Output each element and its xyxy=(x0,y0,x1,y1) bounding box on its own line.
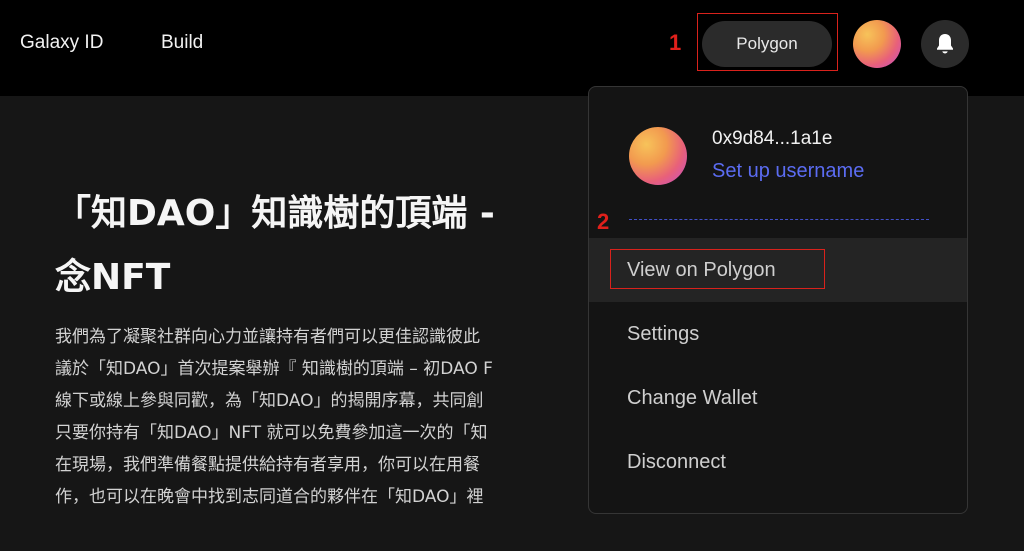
nav-galaxy-id[interactable]: Galaxy ID xyxy=(20,32,103,54)
network-selector-button[interactable]: Polygon xyxy=(702,21,832,67)
top-navigation-bar: Galaxy ID Build 1 Polygon xyxy=(0,0,1024,96)
menu-item-label: Disconnect xyxy=(627,450,726,473)
menu-item-label: Settings xyxy=(627,322,700,345)
menu-item-disconnect[interactable]: Disconnect xyxy=(589,430,967,494)
annotation-step-1: 1 xyxy=(669,30,682,55)
wallet-address: 0x9d84...1a1e xyxy=(712,128,833,149)
network-label: Polygon xyxy=(736,34,798,53)
user-avatar-icon[interactable] xyxy=(853,20,901,68)
menu-divider xyxy=(629,219,929,220)
menu-item-change-wallet[interactable]: Change Wallet xyxy=(589,366,967,430)
menu-item-label: Change Wallet xyxy=(627,386,758,409)
menu-item-settings[interactable]: Settings xyxy=(589,302,967,366)
annotation-step-2: 2 xyxy=(597,209,610,234)
setup-username-link[interactable]: Set up username xyxy=(712,160,864,183)
annotation-box-view-on-polygon xyxy=(610,249,825,289)
wallet-dropdown-menu: 0x9d84...1a1e Set up username 2 View on … xyxy=(588,86,968,514)
bell-icon xyxy=(937,34,953,54)
notifications-button[interactable] xyxy=(921,20,969,68)
nav-build[interactable]: Build xyxy=(161,32,203,54)
wallet-avatar-icon xyxy=(629,127,687,185)
